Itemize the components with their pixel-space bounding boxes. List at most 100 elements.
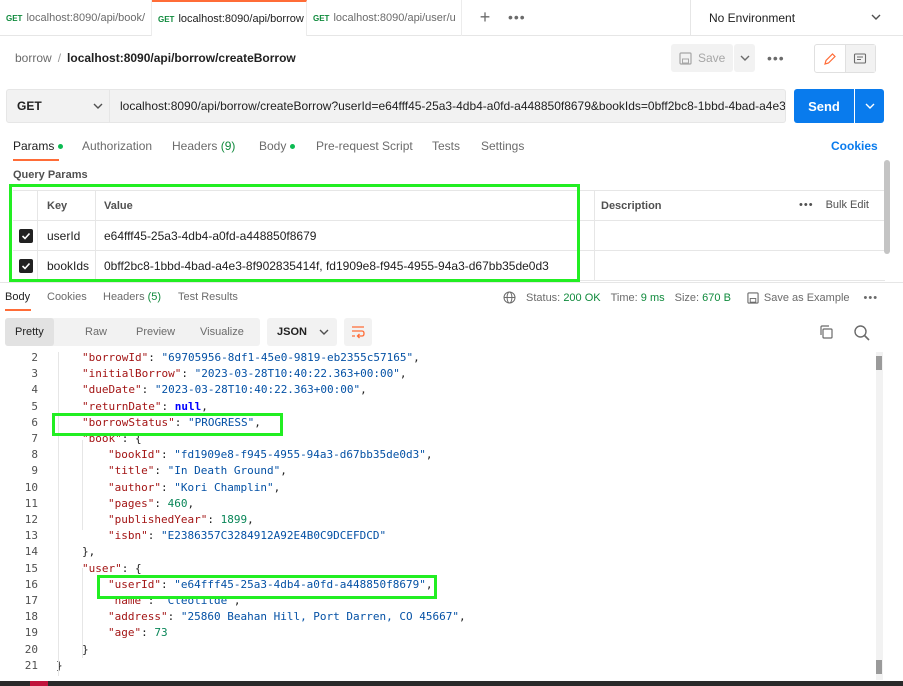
request-tab[interactable]: GET localhost:8090/api/user/u xyxy=(307,0,462,36)
save-button[interactable]: Save xyxy=(671,44,733,72)
code-text: "book": { xyxy=(82,431,142,447)
view-raw-button[interactable]: Raw xyxy=(85,318,107,346)
code-token: : xyxy=(154,464,168,478)
environment-select[interactable]: No Environment xyxy=(690,0,903,36)
tab-label: localhost:8090/api/user/u xyxy=(333,12,456,24)
code-token: , xyxy=(280,464,287,478)
view-visualize-button[interactable]: Visualize xyxy=(200,318,244,346)
code-token: , xyxy=(247,513,254,526)
code-token: : xyxy=(160,577,175,591)
time-value: 9 ms xyxy=(640,291,665,304)
code-token: "Cleotilde" xyxy=(161,594,234,607)
line-number: 3 xyxy=(31,367,38,381)
tab-body[interactable]: Body xyxy=(259,139,296,153)
more-tabs-icon[interactable]: ••• xyxy=(508,9,526,25)
code-token: "book" xyxy=(82,432,122,445)
line-number: 15 xyxy=(24,561,38,575)
save-label: Save xyxy=(698,51,726,65)
wrap-lines-button[interactable] xyxy=(344,318,372,346)
send-dropdown-button[interactable] xyxy=(855,89,884,123)
response-tab-body[interactable]: Body xyxy=(5,291,30,303)
code-text: "author": "Kori Champlin", xyxy=(108,480,280,496)
response-tab-headers-label: Headers xyxy=(103,291,145,303)
globe-icon[interactable] xyxy=(503,291,516,304)
bulk-edit-label: Bulk Edit xyxy=(825,199,869,211)
line-number: 18 xyxy=(24,610,38,624)
response-body-editor[interactable]: 2 "borrowId": "69705956-8df1-45e0-9819-eb… xyxy=(0,352,876,678)
format-select[interactable]: JSON xyxy=(267,318,337,346)
code-token: "bookId" xyxy=(108,448,161,462)
tab-pre-request-script[interactable]: Pre-request Script xyxy=(316,139,413,153)
tab-params[interactable]: Params xyxy=(13,139,64,153)
more-options-icon[interactable]: ••• xyxy=(767,50,785,66)
param-value[interactable]: e64fff45-25a3-4db4-a0fd-a448850f8679 xyxy=(96,221,595,251)
code-token: "title" xyxy=(108,464,155,478)
response-tab-test-results[interactable]: Test Results xyxy=(178,291,238,303)
code-token: : xyxy=(161,399,175,413)
tab-headers-count: (9) xyxy=(220,139,236,153)
code-text: "address": "25860 Beahan Hill, Port Darr… xyxy=(108,609,466,625)
response-tab-headers[interactable]: Headers (5) xyxy=(103,291,161,303)
code-text: "userId": "e64fff45-25a3-4db4-a0fd-a4488… xyxy=(108,577,433,593)
new-tab-plus-icon[interactable]: + xyxy=(476,8,494,26)
breadcrumb-parent[interactable]: borrow xyxy=(15,51,52,65)
line-number: 7 xyxy=(31,432,38,445)
view-pretty-button[interactable]: Pretty xyxy=(5,318,54,346)
search-icon[interactable] xyxy=(853,324,871,342)
tab-bar: GET localhost:8090/api/book/ GET localho… xyxy=(0,0,903,36)
param-key[interactable]: bookIds xyxy=(38,251,96,281)
scroll-thumb[interactable] xyxy=(876,356,882,370)
params-scrollbar[interactable] xyxy=(884,160,890,254)
tab-headers-label: Headers xyxy=(172,139,218,153)
send-button[interactable]: Send xyxy=(794,89,854,123)
breadcrumb-current[interactable]: localhost:8090/api/borrow/createBorrow xyxy=(67,51,296,65)
param-description[interactable] xyxy=(595,221,885,251)
code-token: : xyxy=(207,513,221,526)
param-enable-checkbox[interactable] xyxy=(13,251,38,281)
view-preview-button[interactable]: Preview xyxy=(136,318,175,346)
tab-authorization[interactable]: Authorization xyxy=(82,139,152,153)
code-token: "name" xyxy=(108,594,148,607)
cookies-link[interactable]: Cookies xyxy=(831,139,878,153)
tab-label: localhost:8090/api/borrow xyxy=(178,13,304,25)
query-params-title: Query Params xyxy=(13,169,88,181)
copy-icon[interactable] xyxy=(818,324,834,340)
code-token: 73 xyxy=(154,626,168,640)
param-value[interactable]: 0bff2bc8-1bbd-4bad-a4e3-8f902835414f, fd… xyxy=(96,251,595,281)
time-info[interactable]: Time: 9 ms xyxy=(611,292,665,304)
code-token: "In Death Ground" xyxy=(167,464,281,478)
more-options-icon[interactable]: ••• xyxy=(864,292,879,304)
size-info[interactable]: Size: 670 B xyxy=(675,292,731,304)
request-tab-active[interactable]: GET localhost:8090/api/borrow xyxy=(152,0,307,36)
breadcrumb-row: borrow / localhost:8090/api/borrow/createB… xyxy=(0,36,903,81)
scroll-thumb[interactable] xyxy=(876,660,882,674)
code-token: } xyxy=(56,658,63,672)
param-key[interactable]: userId xyxy=(38,221,96,251)
status-info[interactable]: Status: 200 OK xyxy=(526,292,601,304)
save-as-example-label: Save as Example xyxy=(763,291,850,304)
request-tab[interactable]: GET localhost:8090/api/book/ xyxy=(0,0,152,36)
tab-headers[interactable]: Headers (9) xyxy=(172,139,235,153)
code-token: : xyxy=(147,594,161,607)
param-enable-checkbox[interactable] xyxy=(13,221,38,251)
response-scrollbar[interactable] xyxy=(876,352,883,680)
line-number: 9 xyxy=(31,464,38,478)
response-tab-cookies[interactable]: Cookies xyxy=(47,291,87,303)
tab-tests[interactable]: Tests xyxy=(432,139,460,153)
save-dropdown-button[interactable] xyxy=(734,44,755,72)
code-text: "borrowId": "69705956-8df1-45e0-9819-eb2… xyxy=(82,352,420,366)
line-number: 20 xyxy=(24,642,38,656)
save-as-example-button[interactable]: Save as Example xyxy=(747,292,850,304)
code-token: "2023-03-28T10:40:22.363+00:00" xyxy=(194,367,400,381)
more-options-icon[interactable]: ••• xyxy=(799,199,814,211)
code-text: "publishedYear": 1899, xyxy=(108,512,254,528)
edit-button[interactable] xyxy=(815,45,846,72)
method-select[interactable]: GET xyxy=(6,89,110,123)
tab-body-label: Body xyxy=(259,139,287,153)
documentation-button[interactable] xyxy=(845,45,875,72)
param-description[interactable] xyxy=(595,251,885,281)
bulk-edit-link[interactable]: ••• Bulk Edit xyxy=(799,199,869,211)
url-input[interactable]: localhost:8090/api/borrow/createBorrow?u… xyxy=(110,89,786,123)
tab-settings[interactable]: Settings xyxy=(481,139,524,153)
code-token: : xyxy=(181,367,195,381)
